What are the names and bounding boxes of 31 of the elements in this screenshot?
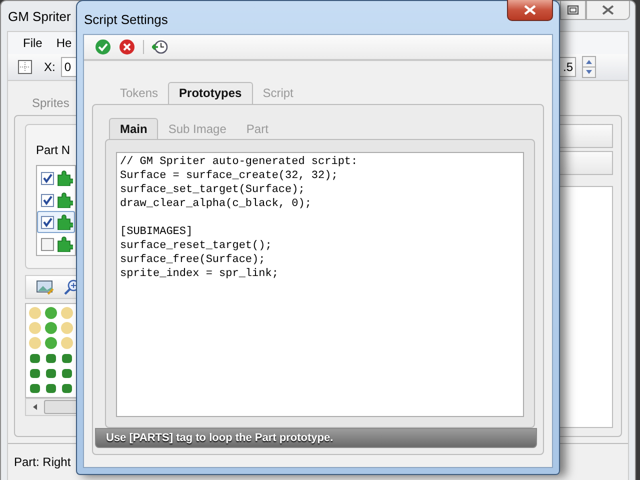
script-editor[interactable]: // GM Spriter auto-generated script: Surface = surface_create(32, 32); surface_set_target(Surface); draw_clear_alpha(c_black, 0); [SUBIMAGES] surface_reset_target(); surface_free(Surface); sprite_index = spr_link; (116, 152, 524, 417)
tab[interactable]: Main (109, 118, 158, 139)
list-row[interactable] (37, 211, 75, 233)
spinner-icon[interactable] (582, 56, 596, 78)
checkbox[interactable] (41, 238, 54, 250)
restore-icon (567, 5, 579, 15)
puzzle-icon (57, 192, 73, 208)
puzzle-icon (57, 236, 73, 252)
menu-item[interactable]: He (56, 36, 72, 50)
puzzle-icon (57, 170, 73, 186)
close-button[interactable] (586, 1, 630, 20)
check-icon[interactable] (95, 39, 111, 55)
close-icon (523, 5, 537, 15)
x-label: X: (44, 60, 56, 74)
tab[interactable]: Prototypes (168, 82, 253, 104)
hint-bar: Use [PARTS] tag to loop the Part prototype. (95, 428, 537, 448)
close-icon (602, 5, 614, 15)
menu-item[interactable]: File (23, 36, 42, 50)
puzzle-icon (57, 214, 73, 230)
checkbox[interactable] (41, 172, 54, 184)
dialog-title: Script Settings (84, 12, 168, 27)
group-label: Part N (36, 143, 70, 157)
cancel-icon[interactable] (119, 39, 135, 55)
close-button[interactable] (507, 0, 553, 21)
checkbox[interactable] (41, 216, 54, 228)
status-text: Part: Right (14, 455, 71, 469)
window-title: GM Spriter (8, 9, 71, 24)
checkbox[interactable] (41, 194, 54, 206)
maximize-button[interactable] (560, 1, 586, 20)
grid-icon[interactable] (18, 60, 32, 74)
image-edit-icon[interactable] (36, 279, 54, 295)
